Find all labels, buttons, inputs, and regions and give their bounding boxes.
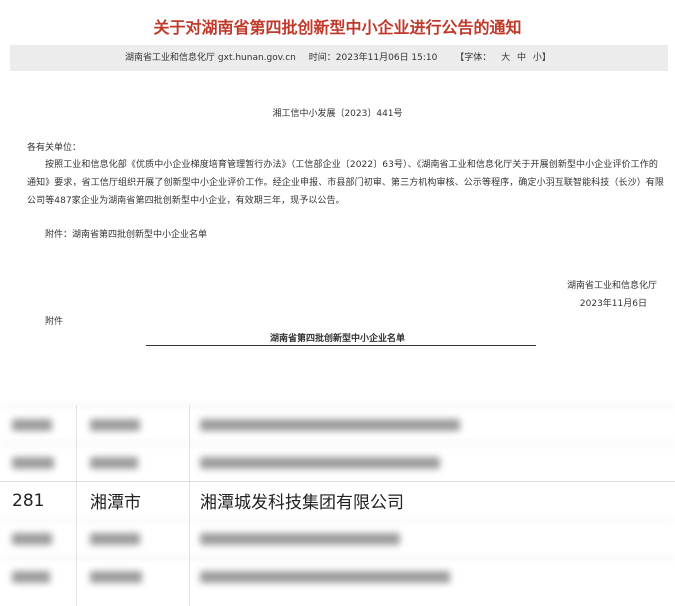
source-text: 湖南省工业和信息化厅 gxt.hunan.gov.cn	[125, 53, 296, 63]
salutation: 各有关单位：	[27, 143, 82, 153]
row-company: 湘潭城发科技集团有限公司	[200, 493, 404, 513]
company-table: 281 湘潭市 湘潭城发科技集团有限公司	[0, 405, 675, 606]
table-row: 281 湘潭市 湘潭城发科技集团有限公司	[0, 481, 675, 519]
document-number: 湘工信中小发展〔2023〕441号	[272, 109, 403, 119]
signer-date: 2023年11月6日	[579, 299, 647, 309]
table-row-blurred	[0, 405, 675, 443]
font-small-button[interactable]: 小】	[533, 53, 551, 63]
attachment-link[interactable]: 附件：湖南省第四批创新型中小企业名单	[45, 227, 207, 240]
list-title: 湖南省第四批创新型中小企业名单	[269, 334, 405, 344]
signer-organization: 湖南省工业和信息化厅	[566, 281, 657, 291]
font-large-button[interactable]: 大	[501, 53, 510, 63]
attachment-label: 附件	[45, 317, 64, 327]
table-row-blurred	[0, 557, 675, 595]
publish-time: 时间：2023年11月06日 15:10	[308, 53, 438, 63]
table-row-blurred	[0, 519, 675, 557]
font-size-label: 【字体：	[455, 53, 492, 63]
row-index: 281	[12, 490, 45, 511]
font-size-controls: 【字体： 大 中 小】	[450, 53, 553, 63]
page-title: 关于对湖南省第四批创新型中小企业进行公告的通知	[153, 18, 522, 37]
font-medium-button[interactable]: 中	[517, 53, 526, 63]
title-underline	[146, 345, 536, 346]
body-paragraph: 按照工业和信息化部《优质中小企业梯度培育管理暂行办法》（工信部企业〔2022〕6…	[27, 160, 665, 206]
meta-bar: 湖南省工业和信息化厅 gxt.hunan.gov.cn 时间：2023年11月0…	[10, 45, 668, 71]
row-city: 湘潭市	[90, 493, 141, 513]
table-row-blurred	[0, 443, 675, 481]
